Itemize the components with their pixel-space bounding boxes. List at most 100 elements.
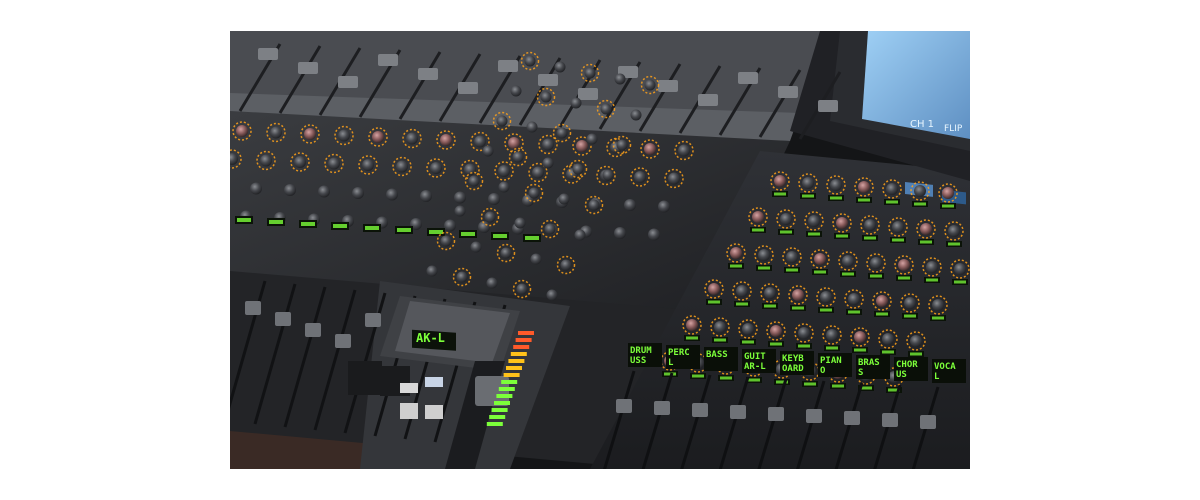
- rotary-knob[interactable]: [530, 253, 542, 265]
- rotary-knob[interactable]: [892, 221, 904, 233]
- fader-cap[interactable]: [305, 323, 321, 337]
- rotary-knob[interactable]: [764, 287, 776, 299]
- top-fader-cap[interactable]: [578, 88, 598, 100]
- rotary-knob[interactable]: [526, 121, 538, 133]
- fader-cap[interactable]: [692, 403, 708, 417]
- rotary-knob[interactable]: [558, 193, 570, 205]
- rotary-knob[interactable]: [634, 171, 646, 183]
- rotary-knob[interactable]: [284, 184, 296, 196]
- fader-cap[interactable]: [920, 415, 936, 429]
- rotary-knob[interactable]: [814, 253, 826, 265]
- rotary-knob[interactable]: [372, 131, 384, 143]
- rotary-knob[interactable]: [870, 257, 882, 269]
- rotary-knob[interactable]: [770, 325, 782, 337]
- rotary-knob[interactable]: [886, 183, 898, 195]
- rotary-knob[interactable]: [440, 235, 452, 247]
- top-fader-cap[interactable]: [698, 94, 718, 106]
- top-fader-cap[interactable]: [738, 72, 758, 84]
- rotary-knob[interactable]: [820, 291, 832, 303]
- rotary-knob[interactable]: [648, 228, 660, 241]
- rotary-knob[interactable]: [584, 67, 596, 79]
- fader-cap[interactable]: [245, 301, 261, 315]
- rotary-knob[interactable]: [482, 145, 494, 157]
- top-fader-cap[interactable]: [458, 82, 478, 94]
- rotary-knob[interactable]: [524, 55, 536, 67]
- rotary-knob[interactable]: [780, 213, 792, 225]
- rotary-knob[interactable]: [848, 293, 860, 305]
- rotary-knob[interactable]: [542, 157, 554, 169]
- rotary-knob[interactable]: [898, 259, 910, 271]
- rotary-knob[interactable]: [474, 135, 486, 148]
- rotary-knob[interactable]: [236, 125, 248, 137]
- rotary-knob[interactable]: [858, 181, 870, 193]
- rotary-knob[interactable]: [614, 73, 626, 85]
- rotary-knob[interactable]: [624, 199, 636, 211]
- rotary-knob[interactable]: [572, 163, 584, 175]
- rotary-knob[interactable]: [926, 261, 938, 273]
- rotary-knob[interactable]: [630, 109, 642, 121]
- rotary-knob[interactable]: [532, 166, 544, 179]
- rotary-knob[interactable]: [338, 129, 350, 142]
- rotary-knob[interactable]: [576, 140, 588, 152]
- rotary-knob[interactable]: [470, 241, 482, 253]
- rotary-knob[interactable]: [556, 127, 568, 139]
- rotary-knob[interactable]: [752, 211, 764, 223]
- rotary-knob[interactable]: [686, 319, 698, 331]
- rotary-knob[interactable]: [318, 185, 330, 198]
- rotary-knob[interactable]: [304, 128, 316, 140]
- rotary-knob[interactable]: [484, 211, 496, 223]
- rotary-knob[interactable]: [498, 181, 510, 193]
- rotary-knob[interactable]: [758, 249, 770, 261]
- fader-cap[interactable]: [844, 411, 860, 425]
- fader-cap[interactable]: [275, 312, 291, 326]
- rotary-knob[interactable]: [260, 154, 272, 167]
- rotary-knob[interactable]: [808, 215, 820, 227]
- rotary-knob[interactable]: [500, 247, 512, 259]
- rotary-knob[interactable]: [498, 165, 510, 177]
- rotary-knob[interactable]: [614, 227, 626, 239]
- rotary-knob[interactable]: [910, 335, 922, 347]
- top-fader-cap[interactable]: [298, 62, 318, 74]
- rotary-knob[interactable]: [362, 159, 374, 171]
- rotary-knob[interactable]: [454, 191, 466, 204]
- rotary-knob[interactable]: [250, 182, 262, 195]
- top-fader-cap[interactable]: [258, 48, 278, 60]
- rotary-knob[interactable]: [406, 132, 418, 145]
- rotary-knob[interactable]: [560, 259, 572, 271]
- rotary-knob[interactable]: [426, 265, 438, 277]
- rotary-knob[interactable]: [932, 299, 944, 311]
- fader-cap[interactable]: [806, 409, 822, 423]
- rotary-knob[interactable]: [510, 85, 522, 97]
- rotary-knob[interactable]: [658, 200, 670, 213]
- rotary-knob[interactable]: [352, 187, 364, 199]
- rotary-knob[interactable]: [802, 177, 814, 189]
- rotary-knob[interactable]: [714, 321, 726, 333]
- fader-cap[interactable]: [616, 399, 632, 413]
- rotary-knob[interactable]: [328, 157, 340, 170]
- fader-cap[interactable]: [335, 334, 351, 348]
- rotary-knob[interactable]: [444, 219, 456, 232]
- rotary-knob[interactable]: [792, 289, 804, 301]
- rotary-knob[interactable]: [854, 331, 866, 343]
- rotary-knob[interactable]: [904, 297, 916, 309]
- rotary-knob[interactable]: [920, 223, 932, 235]
- rotary-knob[interactable]: [708, 283, 720, 295]
- rotary-knob[interactable]: [786, 251, 798, 263]
- rotary-knob[interactable]: [430, 162, 442, 174]
- rotary-knob[interactable]: [736, 285, 748, 297]
- rotary-knob[interactable]: [464, 163, 476, 176]
- rotary-knob[interactable]: [386, 188, 398, 201]
- rotary-knob[interactable]: [942, 187, 954, 199]
- rotary-knob[interactable]: [842, 255, 854, 267]
- top-fader-cap[interactable]: [378, 54, 398, 66]
- rotary-knob[interactable]: [570, 97, 582, 109]
- rotary-knob[interactable]: [440, 134, 452, 146]
- rotary-knob[interactable]: [514, 217, 526, 229]
- rotary-knob[interactable]: [454, 205, 466, 217]
- rotary-knob[interactable]: [882, 333, 894, 345]
- rotary-knob[interactable]: [488, 193, 500, 205]
- rotary-knob[interactable]: [528, 187, 540, 199]
- rotary-knob[interactable]: [546, 289, 558, 301]
- rotary-knob[interactable]: [486, 277, 498, 289]
- rotary-knob[interactable]: [396, 160, 408, 173]
